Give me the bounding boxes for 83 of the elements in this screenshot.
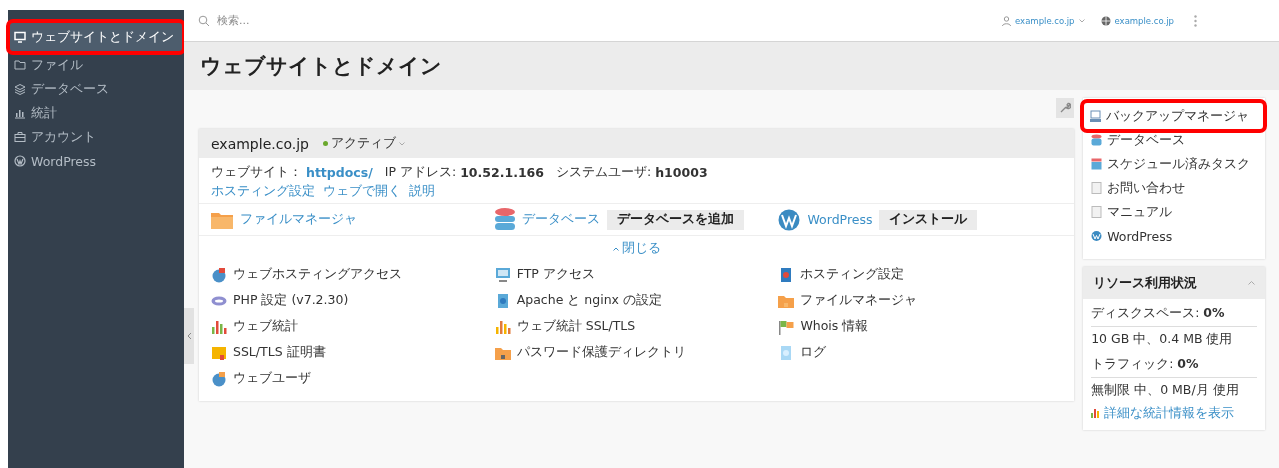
sidebar-item[interactable]: データベース xyxy=(8,77,184,101)
briefcase-icon xyxy=(14,131,26,143)
monitor-icon xyxy=(14,31,26,43)
caret-icon xyxy=(398,141,405,146)
domain-link[interactable]: 説明 xyxy=(409,183,435,200)
page-icon xyxy=(1091,182,1103,194)
tool-link[interactable]: パスワード保護ディレクトリ xyxy=(494,344,779,361)
info-value: h10003 xyxy=(655,165,708,180)
database-icon xyxy=(494,207,515,232)
usage-text: 無制限 中、0 MB/月 使用 xyxy=(1091,381,1240,399)
status-dot xyxy=(322,141,328,146)
database-icon xyxy=(1091,134,1103,146)
info-label: IP アドレス: xyxy=(384,164,457,181)
action-button[interactable]: インストール xyxy=(879,209,978,230)
tool-link[interactable]: SSL/TLS 証明書 xyxy=(211,344,495,361)
settings-button[interactable] xyxy=(1056,98,1075,118)
panel-link[interactable]: マニュアル xyxy=(1083,200,1265,224)
tool-link[interactable]: FTP アクセス xyxy=(494,266,779,283)
panel-link[interactable]: バックアップマネージャ xyxy=(1082,101,1265,131)
tool-link[interactable]: PHP 設定 (v7.2.30) xyxy=(211,292,495,309)
statistics-link[interactable]: 詳細な統計情報を表示 xyxy=(1091,405,1257,422)
user-menu[interactable]: example.co.jp xyxy=(1002,15,1085,26)
bar-chart-icon xyxy=(494,318,511,335)
sidebar-item[interactable]: WordPress xyxy=(8,149,184,173)
panel-link[interactable]: WordPress xyxy=(1083,224,1265,248)
tool-link[interactable]: ウェブ統計 xyxy=(211,318,495,335)
caret-icon xyxy=(1078,18,1085,23)
panel-title: リソース利用状況 xyxy=(1093,274,1198,292)
panel-link[interactable]: お問い合わせ xyxy=(1083,176,1265,200)
page-icon xyxy=(1091,206,1103,218)
bar-chart-icon xyxy=(211,318,227,335)
wordpress-icon xyxy=(778,208,801,231)
status-menu[interactable]: アクティブ xyxy=(322,135,405,152)
sidebar-item[interactable]: 統計 xyxy=(8,101,184,125)
chevron-up-icon[interactable] xyxy=(1248,281,1255,285)
shortcut-link[interactable]: データベース xyxy=(521,211,600,228)
info-label: ウェブサイト： xyxy=(211,164,302,181)
sidebar-item[interactable]: アカウント xyxy=(8,125,184,149)
collapse-link[interactable]: 閉じる xyxy=(612,240,661,257)
tool-link[interactable]: ログ xyxy=(778,344,1063,361)
tool-link[interactable]: ファイルマネージャ xyxy=(778,292,1063,309)
info-label: システムユーザ: xyxy=(556,164,652,181)
usage-text: ディスクスペース: 0% xyxy=(1091,301,1257,327)
tool-link[interactable]: ホスティング設定 xyxy=(778,266,1063,283)
shortcut-link[interactable]: ファイルマネージャ xyxy=(240,211,357,228)
chevron-left-icon xyxy=(186,332,192,340)
page-title: ウェブサイトとドメイン xyxy=(200,53,442,80)
action-button[interactable]: データベースを追加 xyxy=(606,209,744,230)
monitor-icon xyxy=(494,266,511,283)
calendar-icon xyxy=(1091,158,1103,170)
layers-icon xyxy=(14,83,26,95)
tool-link[interactable]: Whois 情報 xyxy=(778,318,1063,335)
usage-text: 10 GB 中、0.4 MB 使用 xyxy=(1091,330,1234,348)
domain-link[interactable]: example.co.jp xyxy=(1100,15,1174,26)
panel-link[interactable]: スケジュール済みタスク xyxy=(1083,152,1265,176)
wordpress-icon xyxy=(14,155,26,167)
usage-text: トラフィック: 0% xyxy=(1091,352,1257,378)
search-icon xyxy=(198,14,210,27)
tool-link[interactable]: ウェブ統計 SSL/TLS xyxy=(494,318,779,335)
sidebar-toggle[interactable] xyxy=(184,308,194,364)
domain-name: example.co.jp xyxy=(211,135,309,152)
search-field[interactable]: 検索... xyxy=(215,13,479,28)
tool-link[interactable]: ウェブユーザ xyxy=(211,370,495,387)
shortcut-link[interactable]: WordPress xyxy=(807,212,873,227)
folder-icon xyxy=(14,59,26,71)
bar-chart-icon xyxy=(1091,409,1102,418)
chevron-up-icon xyxy=(612,246,619,251)
bar-chart-icon xyxy=(14,107,26,119)
folder-icon xyxy=(211,210,233,229)
wrench-icon xyxy=(1059,102,1072,114)
sidebar-item[interactable]: ファイル xyxy=(8,53,184,77)
wordpress-icon xyxy=(1091,230,1103,242)
panel-link[interactable]: データベース xyxy=(1083,128,1265,152)
website-link[interactable]: httpdocs/ xyxy=(306,165,373,180)
domain-link[interactable]: ウェブで開く xyxy=(323,183,401,200)
more-icon[interactable] xyxy=(1194,14,1197,27)
tool-link[interactable]: Apache と nginx の設定 xyxy=(494,292,779,309)
user-icon xyxy=(1002,15,1012,26)
domain-link[interactable]: ホスティング設定 xyxy=(211,183,315,200)
tool-link[interactable]: ウェブホスティングアクセス xyxy=(211,266,495,283)
flag-icon xyxy=(778,318,795,335)
sidebar-item[interactable]: ウェブサイトとドメイン xyxy=(8,21,184,53)
info-value: 10.52.1.166 xyxy=(460,165,544,180)
